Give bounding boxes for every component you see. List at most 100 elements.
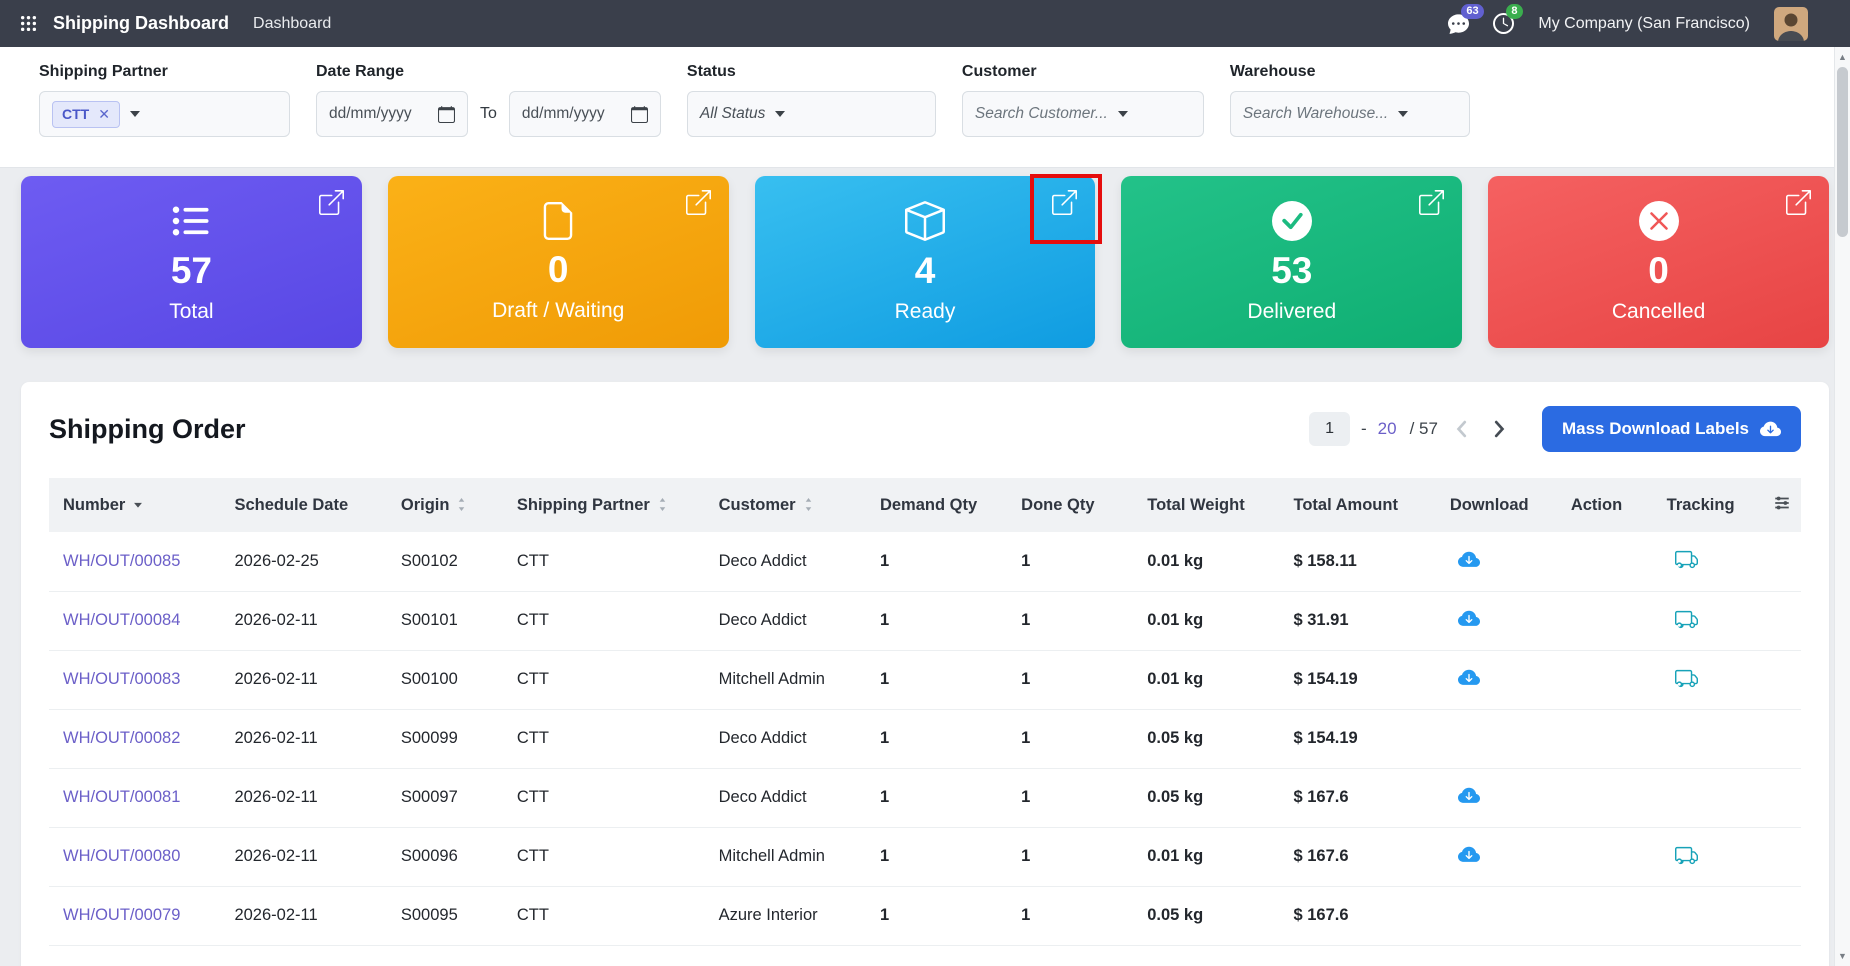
order-number-link[interactable]: WH/OUT/00079 xyxy=(63,906,180,924)
external-link-icon[interactable] xyxy=(1786,190,1811,215)
customer-select[interactable]: Search Customer... xyxy=(962,91,1204,137)
total-weight-cell: 0.01 kg xyxy=(1133,827,1279,886)
download-cell xyxy=(1436,768,1557,827)
total-weight-cell: 0.05 kg xyxy=(1133,886,1279,945)
customer-label: Customer xyxy=(962,63,1204,81)
chevron-down-icon xyxy=(1398,111,1408,117)
download-cell xyxy=(1436,650,1557,709)
origin-cell: S00101 xyxy=(387,591,503,650)
mass-download-labels-button[interactable]: Mass Download Labels xyxy=(1542,406,1801,452)
app-title[interactable]: Shipping Dashboard xyxy=(53,13,229,34)
pager-next-icon[interactable] xyxy=(1486,416,1512,442)
filter-bar: Shipping Partner CTT ✕ Date Range dd/mm/… xyxy=(0,47,1850,168)
total-amount-cell: $ 167.6 xyxy=(1279,886,1435,945)
total-amount-cell: $ 167.6 xyxy=(1279,827,1435,886)
shipping-partner-select[interactable]: CTT ✕ xyxy=(39,91,290,137)
shipping-partner-cell: CTT xyxy=(503,768,705,827)
tracking-button[interactable] xyxy=(1673,665,1700,692)
tracking-button[interactable] xyxy=(1673,546,1700,573)
total-weight-cell: 0.01 kg xyxy=(1133,532,1279,591)
order-number-link[interactable]: WH/OUT/00084 xyxy=(63,611,180,629)
customer-filter: Customer Search Customer... xyxy=(962,63,1204,137)
customer-cell: Deco Addict xyxy=(705,709,866,768)
stat-card-delivered[interactable]: 53 Delivered xyxy=(1121,176,1462,348)
action-cell xyxy=(1557,650,1653,709)
order-number-link[interactable]: WH/OUT/00082 xyxy=(63,729,180,747)
done-qty-cell: 1 xyxy=(1007,827,1133,886)
sort-arrows-icon xyxy=(455,497,468,512)
origin-cell: S00095 xyxy=(387,886,503,945)
tracking-button[interactable] xyxy=(1673,842,1700,869)
column-header-schedule-date: Schedule Date xyxy=(220,478,386,532)
download-label-button[interactable] xyxy=(1456,665,1482,691)
download-label-button[interactable] xyxy=(1456,783,1482,809)
tracking-button[interactable] xyxy=(1673,606,1700,633)
table-column-options-icon[interactable] xyxy=(1764,478,1801,532)
stat-card-cancelled[interactable]: 0 Cancelled xyxy=(1488,176,1829,348)
schedule-date-cell: 2026-02-25 xyxy=(220,532,386,591)
download-label-button[interactable] xyxy=(1456,842,1482,868)
sort-caret-down-icon xyxy=(131,498,145,512)
column-header-download: Download xyxy=(1436,478,1557,532)
external-link-icon[interactable] xyxy=(686,190,711,215)
scroll-up-icon[interactable]: ▲ xyxy=(1835,49,1850,65)
order-number-link[interactable]: WH/OUT/00081 xyxy=(63,788,180,806)
total-weight-cell: 0.01 kg xyxy=(1133,650,1279,709)
sort-arrows-icon xyxy=(802,497,815,512)
demand-qty-cell: 1 xyxy=(866,709,1007,768)
stat-label: Cancelled xyxy=(1612,300,1705,324)
external-link-icon[interactable] xyxy=(319,190,344,215)
warehouse-select[interactable]: Search Warehouse... xyxy=(1230,91,1470,137)
pager: 1 - 20 / 57 xyxy=(1309,412,1512,446)
order-number-link[interactable]: WH/OUT/00083 xyxy=(63,670,180,688)
status-select[interactable]: All Status xyxy=(687,91,936,137)
table-row: WH/OUT/000842026-02-11S00101CTTDeco Addi… xyxy=(49,591,1801,650)
calendar-icon xyxy=(438,106,455,123)
cloud-download-icon xyxy=(1760,419,1781,440)
stat-value: 0 xyxy=(548,251,569,288)
stat-value: 0 xyxy=(1648,252,1669,289)
list-icon xyxy=(171,201,211,241)
date-from-input[interactable]: dd/mm/yyyy xyxy=(316,91,468,137)
column-header-origin[interactable]: Origin xyxy=(387,478,503,532)
demand-qty-cell: 1 xyxy=(866,886,1007,945)
activities-clock-icon[interactable]: 8 xyxy=(1493,13,1514,34)
stat-card-draft-waiting[interactable]: 0 Draft / Waiting xyxy=(388,176,729,348)
external-link-icon[interactable] xyxy=(1052,190,1077,215)
origin-cell: S00102 xyxy=(387,532,503,591)
column-header-demand-qty: Demand Qty xyxy=(866,478,1007,532)
stat-label: Ready xyxy=(895,300,956,324)
company-switcher[interactable]: My Company (San Francisco) xyxy=(1538,15,1750,33)
messages-icon[interactable]: 63 xyxy=(1448,13,1469,34)
download-label-button[interactable] xyxy=(1456,547,1482,573)
external-link-icon[interactable] xyxy=(1419,190,1444,215)
pager-previous-icon[interactable] xyxy=(1449,416,1475,442)
status-filter: Status All Status xyxy=(687,63,936,137)
customer-cell: Mitchell Admin xyxy=(705,650,866,709)
nav-menu-dashboard[interactable]: Dashboard xyxy=(253,15,331,33)
avatar[interactable] xyxy=(1774,7,1808,41)
table-row: WH/OUT/000822026-02-11S00099CTTDeco Addi… xyxy=(49,709,1801,768)
pager-start[interactable]: 1 xyxy=(1309,412,1350,446)
apps-grid-icon[interactable] xyxy=(20,15,37,32)
column-header-shipping-partner[interactable]: Shipping Partner xyxy=(503,478,705,532)
column-header-customer[interactable]: Customer xyxy=(705,478,866,532)
scroll-down-icon[interactable]: ▼ xyxy=(1835,948,1850,964)
column-header-number[interactable]: Number xyxy=(49,478,220,532)
customer-cell: Deco Addict xyxy=(705,532,866,591)
section-title: Shipping Order xyxy=(49,414,246,445)
customer-cell: Deco Addict xyxy=(705,591,866,650)
tracking-cell xyxy=(1653,709,1764,768)
remove-tag-icon[interactable]: ✕ xyxy=(98,106,110,123)
download-label-button[interactable] xyxy=(1456,606,1482,632)
done-qty-cell: 1 xyxy=(1007,650,1133,709)
done-qty-cell: 1 xyxy=(1007,886,1133,945)
stat-card-ready[interactable]: 4 Ready xyxy=(755,176,1096,348)
order-number-link[interactable]: WH/OUT/00080 xyxy=(63,847,180,865)
download-cell xyxy=(1436,532,1557,591)
date-to-input[interactable]: dd/mm/yyyy xyxy=(509,91,661,137)
mass-download-label: Mass Download Labels xyxy=(1562,419,1749,439)
scrollbar-thumb[interactable] xyxy=(1837,67,1848,237)
order-number-link[interactable]: WH/OUT/00085 xyxy=(63,552,180,570)
stat-card-total[interactable]: 57 Total xyxy=(21,176,362,348)
